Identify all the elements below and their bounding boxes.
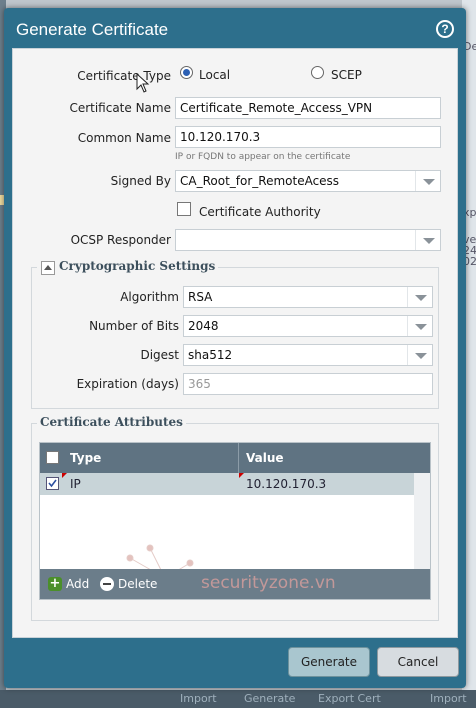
modified-marker-icon bbox=[239, 473, 244, 478]
dialog-titlebar[interactable]: Generate Certificate ? bbox=[4, 8, 466, 48]
algorithm-label: Algorithm bbox=[120, 290, 179, 304]
dialog-body: Certificate Type Local SCEP Certificate … bbox=[12, 48, 458, 638]
table-header: Type Value bbox=[40, 443, 430, 473]
expiration-input[interactable]: 365 bbox=[183, 373, 433, 395]
radio-local-label: Local bbox=[199, 68, 231, 82]
delete-button[interactable]: Delete bbox=[118, 577, 157, 591]
delete-icon[interactable] bbox=[100, 577, 114, 591]
chevron-down-icon[interactable] bbox=[407, 287, 432, 307]
select-all-checkbox[interactable] bbox=[46, 451, 59, 464]
digest-label: Digest bbox=[140, 348, 179, 362]
radio-scep[interactable] bbox=[311, 66, 324, 79]
chevron-down-icon[interactable] bbox=[415, 230, 440, 250]
row-value-cell: 10.120.170.3 bbox=[246, 477, 327, 491]
common-name-input[interactable]: 10.120.170.3 bbox=[175, 126, 441, 148]
signed-by-value: CA_Root_for_RemoteAcess bbox=[180, 174, 340, 188]
digest-value: sha512 bbox=[188, 348, 233, 362]
cryptographic-settings-legend: Cryptographic Settings bbox=[37, 259, 219, 273]
certificate-authority-checkbox[interactable] bbox=[177, 202, 191, 216]
background-import-button[interactable]: Import bbox=[180, 692, 217, 705]
number-of-bits-value: 2048 bbox=[188, 319, 219, 333]
algorithm-value: RSA bbox=[188, 290, 213, 304]
cancel-button[interactable]: Cancel bbox=[377, 647, 459, 677]
column-divider bbox=[238, 443, 239, 473]
help-icon[interactable]: ? bbox=[436, 20, 454, 38]
algorithm-select[interactable]: RSA bbox=[183, 286, 433, 308]
certificate-name-input[interactable]: Certificate_Remote_Access_VPN bbox=[175, 97, 441, 119]
background-generate-button[interactable]: Generate bbox=[244, 692, 295, 705]
column-header-type[interactable]: Type bbox=[70, 451, 101, 465]
certificate-type-label: Certificate Type bbox=[77, 69, 171, 83]
signed-by-select[interactable]: CA_Root_for_RemoteAcess bbox=[175, 170, 441, 192]
expiration-label: Expiration (days) bbox=[76, 377, 179, 391]
ocsp-responder-select[interactable] bbox=[175, 229, 441, 251]
number-of-bits-label: Number of Bits bbox=[89, 319, 179, 333]
certificate-authority-label: Certificate Authority bbox=[199, 205, 321, 219]
generate-certificate-dialog: Generate Certificate ? Certificate Type … bbox=[4, 8, 466, 688]
chevron-down-icon[interactable] bbox=[407, 316, 432, 336]
background-export-button[interactable]: Export Cert bbox=[318, 692, 381, 705]
table-scrollbar[interactable] bbox=[414, 473, 430, 569]
mouse-cursor-icon bbox=[136, 73, 150, 93]
add-button[interactable]: Add bbox=[66, 577, 89, 591]
generate-button[interactable]: Generate bbox=[288, 647, 370, 677]
chevron-down-icon[interactable] bbox=[407, 345, 432, 365]
radio-local[interactable] bbox=[180, 66, 193, 79]
number-of-bits-select[interactable]: 2048 bbox=[183, 315, 433, 337]
dialog-title: Generate Certificate bbox=[16, 20, 169, 39]
digest-select[interactable]: sha512 bbox=[183, 344, 433, 366]
ocsp-responder-label: OCSP Responder bbox=[70, 233, 171, 247]
certificate-attributes-legend: Certificate Attributes bbox=[37, 415, 186, 429]
row-type-cell: IP bbox=[70, 477, 81, 491]
column-header-value[interactable]: Value bbox=[246, 451, 284, 465]
add-icon[interactable]: + bbox=[48, 577, 62, 591]
common-name-label: Common Name bbox=[77, 131, 171, 145]
modified-marker-icon bbox=[62, 473, 67, 478]
checkmark-icon bbox=[48, 479, 57, 488]
certificate-name-label: Certificate Name bbox=[69, 101, 171, 115]
collapse-icon[interactable] bbox=[41, 261, 55, 275]
signed-by-label: Signed By bbox=[110, 174, 171, 188]
table-row[interactable]: IP 10.120.170.3 bbox=[40, 473, 414, 495]
radio-scep-label: SCEP bbox=[331, 68, 362, 82]
watermark-text: securityzone.vn bbox=[201, 573, 336, 593]
chevron-down-icon[interactable] bbox=[415, 171, 440, 191]
row-checkbox[interactable] bbox=[46, 477, 59, 490]
background-import-button[interactable]: Import bbox=[430, 692, 467, 705]
background-toolbar: Import Generate Export Cert Import bbox=[0, 690, 476, 708]
common-name-hint: IP or FQDN to appear on the certificate bbox=[175, 152, 351, 162]
